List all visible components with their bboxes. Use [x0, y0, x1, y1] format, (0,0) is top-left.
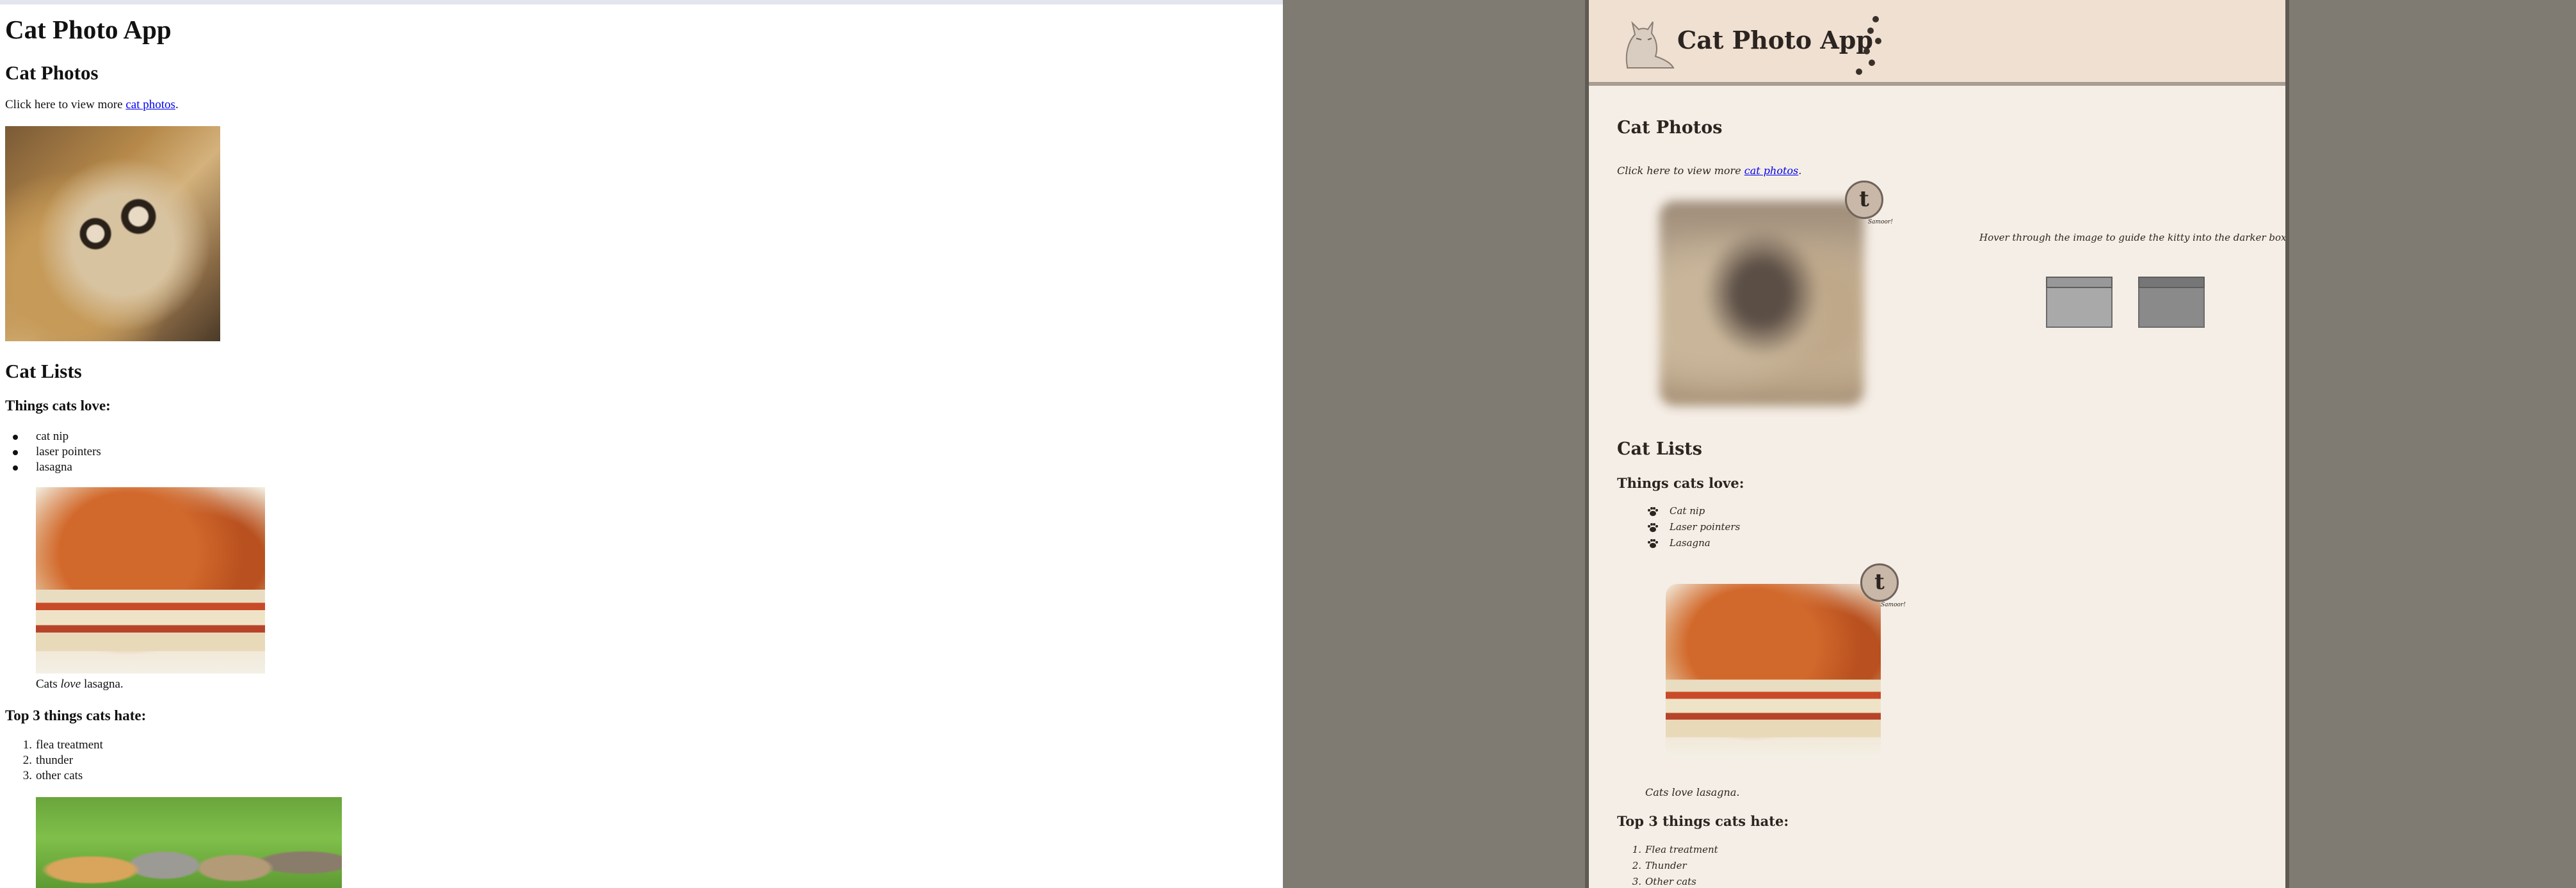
- cat-photos-link[interactable]: cat photos: [1744, 165, 1798, 177]
- page-title: Cat Photo App: [5, 15, 172, 44]
- photos-prefix-text: Click here to view more: [5, 98, 126, 111]
- box-lid: [2138, 277, 2205, 288]
- cat-photos-link[interactable]: cat photos: [125, 98, 175, 111]
- list-item: 3. Other cats: [1632, 874, 1718, 888]
- caption-post: lasagna.: [1693, 786, 1740, 798]
- styled-page: Cat Photo App Cat Photos Click here to v…: [1585, 0, 2289, 888]
- page-title: Cat Photo App: [1677, 26, 1873, 54]
- photos-paragraph: Click here to view more cat photos.: [5, 98, 179, 112]
- paw-bullet-icon: [1648, 523, 1658, 532]
- photos-heading: Cat Photos: [1617, 118, 1723, 138]
- list-item: Lasagna: [1648, 535, 1740, 551]
- list-number: 1.: [1632, 844, 1641, 855]
- blurred-kitten-photo[interactable]: [1659, 201, 1864, 406]
- list-item-label: thunder: [36, 754, 74, 767]
- light-box[interactable]: [2046, 277, 2113, 328]
- caption-emphasis: love: [1671, 786, 1693, 798]
- photos-paragraph: Click here to view more cat photos.: [1617, 165, 1801, 177]
- lasagna-caption: Cats love lasagna.: [36, 677, 124, 691]
- cat-logo-icon: [1625, 20, 1675, 69]
- list-item: 2. Thunder: [1632, 858, 1718, 874]
- photos-heading: Cat Photos: [5, 61, 99, 84]
- badge-icon: t: [1860, 563, 1899, 602]
- hates-heading: Top 3 things cats hate:: [1617, 813, 1789, 829]
- paw-bullet-icon: [1648, 539, 1658, 548]
- paw-prints-icon: [1856, 16, 1881, 75]
- list-item: 1. Flea treatment: [1632, 842, 1718, 858]
- badge-caption: Samoor!: [1868, 219, 1893, 225]
- caption-emphasis: love: [60, 677, 81, 691]
- badge-icon: t: [1845, 181, 1883, 219]
- list-item: 3. other cats: [23, 768, 103, 784]
- caption-pre: Cats: [1645, 786, 1672, 798]
- list-item-label: Flea treatment: [1645, 844, 1718, 855]
- unstyled-page: Cat Photo App Cat Photos Click here to v…: [0, 0, 1283, 888]
- lasagna-photo: [36, 487, 265, 674]
- loves-list: cat nip laser pointers lasagna: [13, 429, 101, 475]
- loves-heading: Things cats love:: [5, 398, 111, 414]
- hates-list: 1. Flea treatment 2. Thunder 3. Other cats: [1632, 842, 1718, 888]
- list-item: 1. flea treatment: [23, 738, 103, 753]
- list-number: 3.: [1632, 876, 1641, 887]
- list-number: 2.: [22, 754, 32, 767]
- list-item: laser pointers: [13, 445, 101, 458]
- loves-list: Cat nip Laser pointers Lasagna: [1648, 503, 1741, 551]
- loves-heading: Things cats love:: [1617, 475, 1744, 491]
- list-item-label: flea treatment: [36, 738, 103, 752]
- list-item: 2. thunder: [23, 753, 103, 768]
- list-item-label: Cat nip: [1670, 505, 1705, 517]
- list-item: Laser pointers: [1648, 519, 1741, 535]
- header: Cat Photo App: [1589, 0, 2285, 86]
- list-number: 2.: [1632, 860, 1641, 871]
- photos-prefix-text: Click here to view more: [1617, 165, 1744, 177]
- photos-suffix-text: .: [1798, 165, 1802, 177]
- kittens-photo: [36, 797, 342, 888]
- lasagna-caption: Cats love lasagna.: [1645, 786, 1739, 798]
- hates-list: 1. flea treatment 2. thunder 3. other cats: [23, 738, 103, 784]
- caption-post: lasagna.: [81, 677, 124, 691]
- list-item-label: Thunder: [1645, 860, 1687, 871]
- lists-heading: Cat Lists: [5, 360, 82, 382]
- lasagna-photo: [1666, 584, 1881, 758]
- list-item-label: Laser pointers: [1670, 521, 1741, 533]
- badge-caption: Samoor!: [1881, 602, 1906, 608]
- list-item: cat nip: [13, 429, 101, 444]
- badge-letter: t: [1874, 569, 1885, 595]
- list-number: 1.: [22, 738, 32, 752]
- lists-heading: Cat Lists: [1617, 439, 1702, 459]
- paw-bullet-icon: [1648, 507, 1658, 516]
- list-item-label: other cats: [36, 769, 83, 782]
- top-strip: [0, 0, 1283, 4]
- badge-letter: t: [1859, 186, 1869, 212]
- list-number: 3.: [22, 769, 32, 782]
- list-item-label: Other cats: [1645, 876, 1696, 887]
- dark-box[interactable]: [2138, 277, 2205, 328]
- guide-hint: Hover through the image to guide the kit…: [1979, 232, 2289, 243]
- list-item-label: Lasagna: [1670, 537, 1711, 549]
- list-item: lasagna: [13, 460, 101, 475]
- photos-suffix-text: .: [175, 98, 179, 111]
- list-item: Cat nip: [1648, 503, 1740, 519]
- box-lid: [2046, 277, 2113, 288]
- hates-heading: Top 3 things cats hate:: [5, 707, 147, 723]
- kitten-photo[interactable]: [5, 126, 220, 341]
- caption-pre: Cats: [36, 677, 61, 691]
